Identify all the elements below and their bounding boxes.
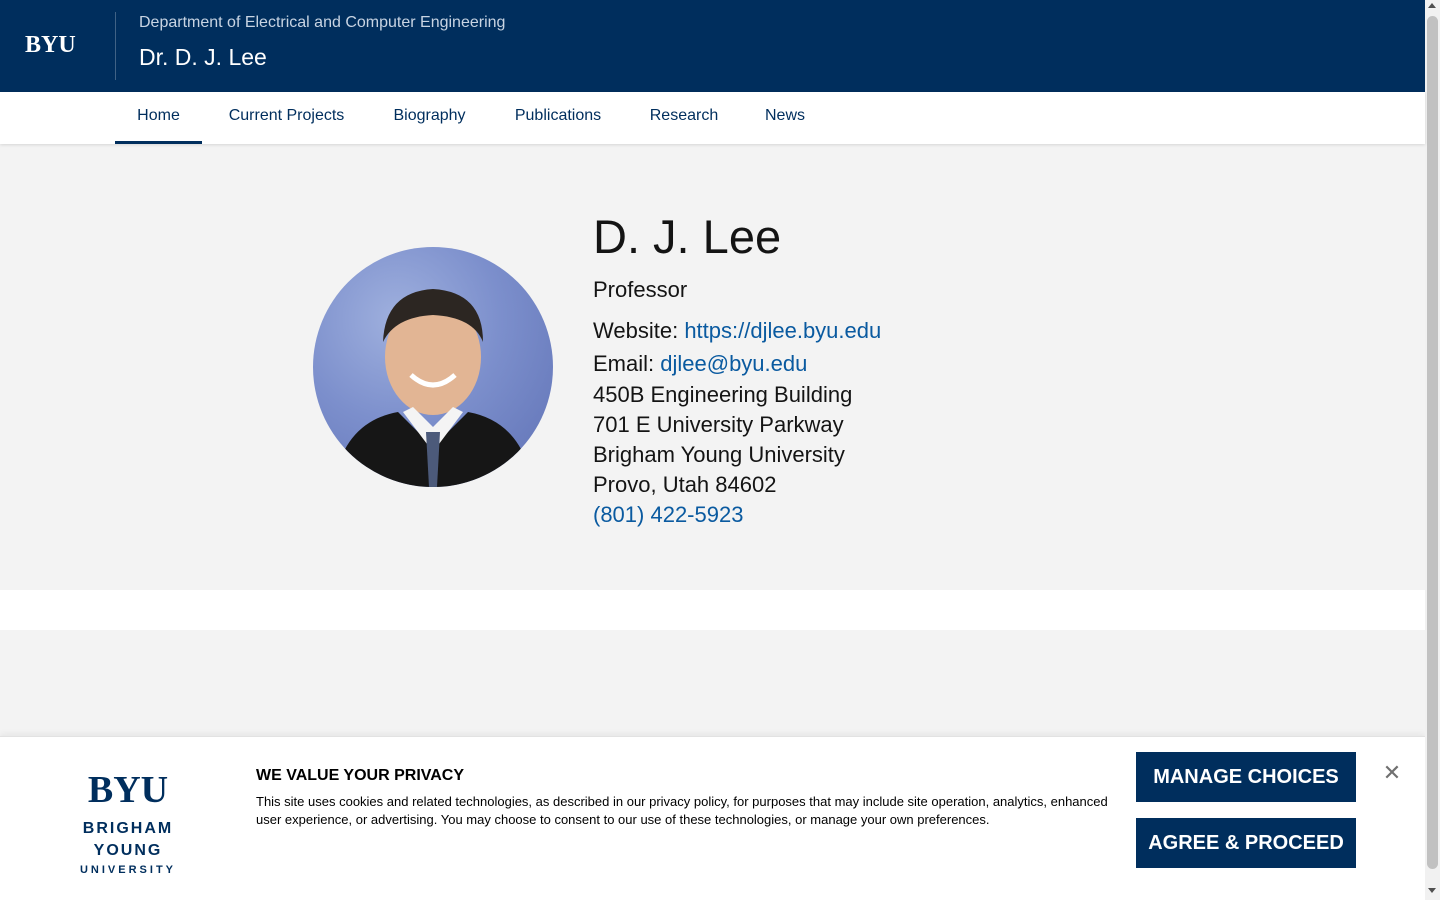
site-header: BYU Department of Electrical and Compute… (0, 0, 1425, 92)
agree-proceed-button[interactable]: AGREE & PROCEED (1136, 818, 1356, 868)
website-link[interactable]: https://djlee.byu.edu (684, 318, 881, 343)
nav-item-research[interactable]: Research (640, 92, 728, 144)
header-divider (115, 12, 116, 80)
website-label: Website: (593, 318, 679, 343)
main-nav: Home Current Projects Biography Publicat… (0, 92, 1425, 144)
email-row: Email: djlee@byu.edu (593, 350, 807, 378)
website-row: Website: https://djlee.byu.edu (593, 317, 881, 345)
address-line-2: 701 E University Parkway (593, 412, 844, 437)
consent-description: This site uses cookies and related techn… (256, 794, 1108, 827)
nav-item-home[interactable]: Home (115, 92, 202, 144)
site-title[interactable]: Dr. D. J. Lee (139, 43, 267, 71)
profile-photo (313, 247, 553, 487)
close-icon[interactable]: ✕ (1381, 762, 1403, 784)
consent-byu-logo: BYU BRIGHAM YOUNG UNIVERSITY (46, 769, 210, 876)
profile-name: D. J. Lee (593, 210, 782, 263)
nav-item-publications[interactable]: Publications (503, 92, 613, 144)
email-link[interactable]: djlee@byu.edu (660, 351, 807, 376)
email-label: Email: (593, 351, 655, 376)
address-line-1: 450B Engineering Building (593, 382, 853, 407)
byu-logo[interactable]: BYU (25, 32, 91, 58)
consent-title: WE VALUE YOUR PRIVACY (256, 767, 465, 784)
nav-item-news[interactable]: News (755, 92, 815, 144)
nav-item-biography[interactable]: Biography (382, 92, 477, 144)
scrollbar-thumb[interactable] (1427, 16, 1438, 869)
arrow-down-icon[interactable] (1428, 888, 1436, 893)
consent-logo-subtext: UNIVERSITY (79, 864, 176, 876)
content-band (0, 630, 1425, 736)
address-line-4: Provo, Utah 84602 (593, 472, 777, 497)
profile-title: Professor (593, 277, 688, 302)
phone-link[interactable]: (801) 422-5923 (593, 501, 743, 529)
arrow-up-icon[interactable] (1428, 3, 1436, 8)
department-name[interactable]: Department of Electrical and Computer En… (139, 13, 505, 33)
portrait-image (333, 289, 533, 487)
consent-logo-monogram: BYU (87, 769, 169, 811)
address-line-3: Brigham Young University (593, 442, 845, 467)
manage-choices-button[interactable]: MANAGE CHOICES (1136, 752, 1356, 802)
consent-logo-wordmark: BRIGHAM YOUNG (82, 820, 174, 859)
nav-item-current-projects[interactable]: Current Projects (217, 92, 356, 144)
